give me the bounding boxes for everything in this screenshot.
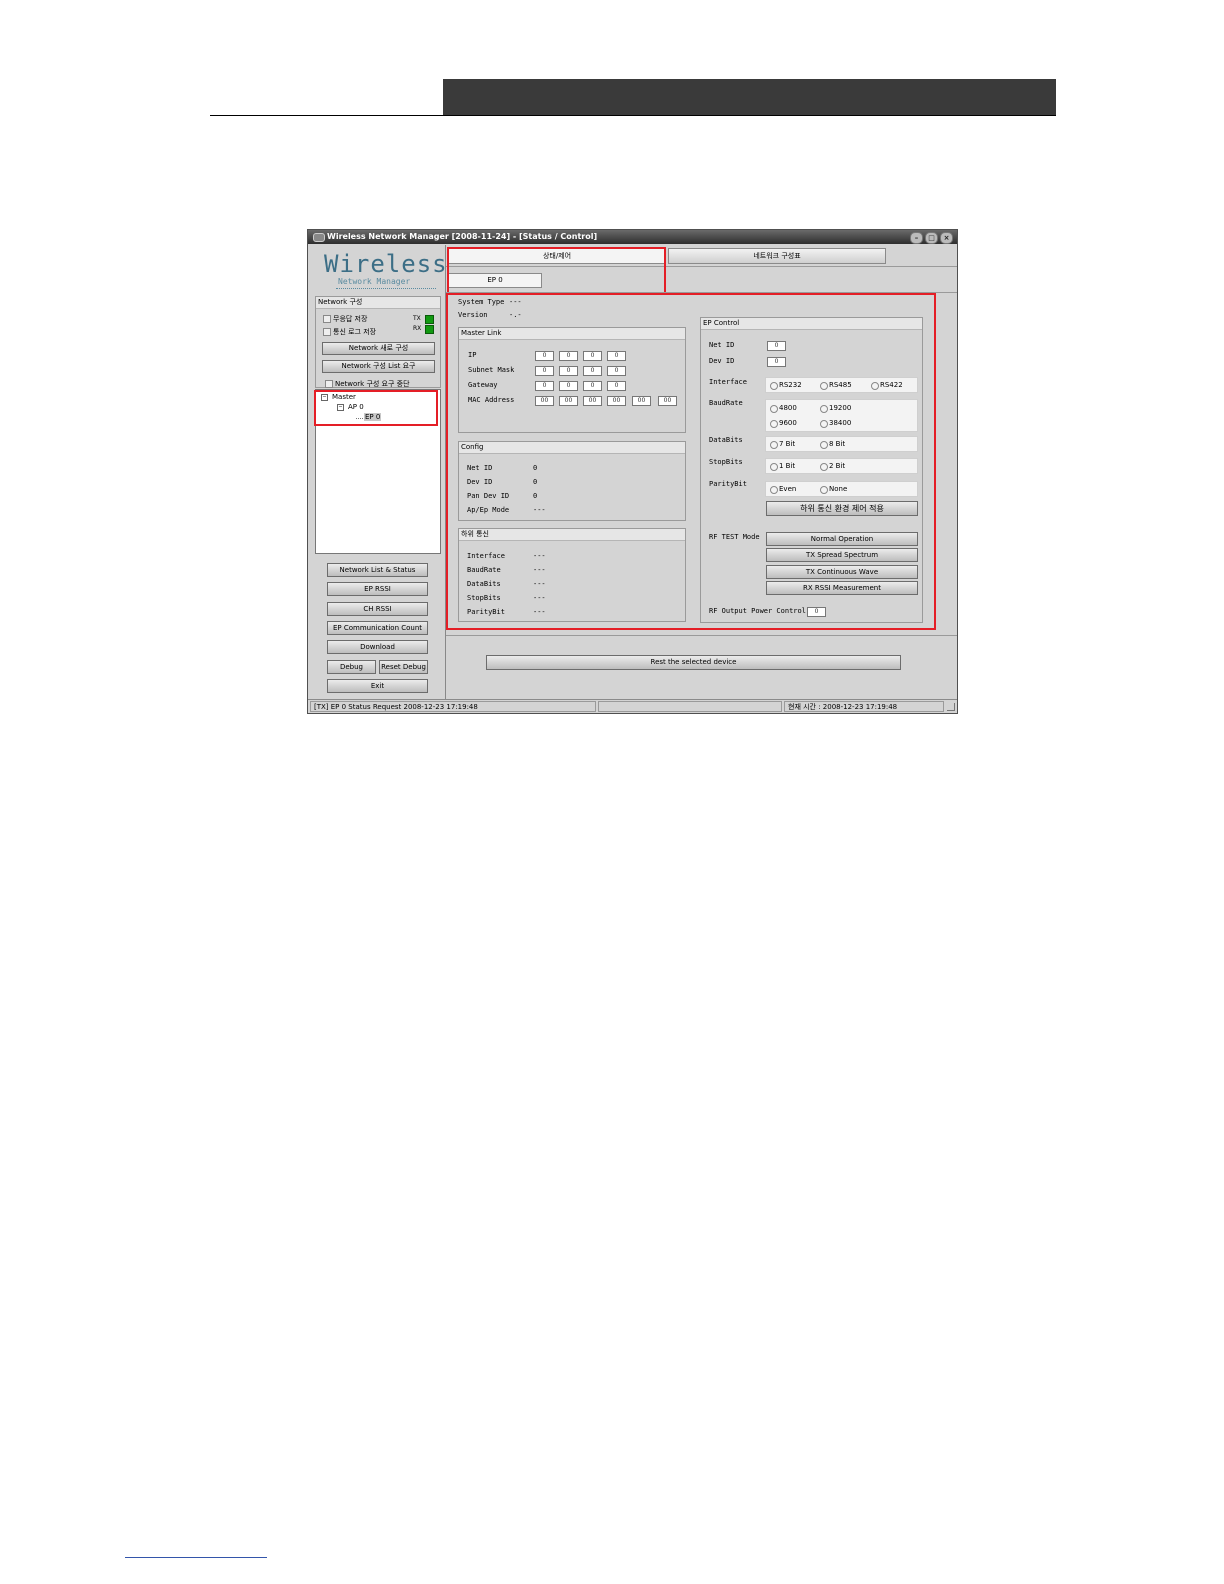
rx-led-icon <box>425 325 434 334</box>
page-header-rule <box>210 115 1056 116</box>
no-response-save-label: 무응답 저장 <box>333 315 368 323</box>
logo-subtitle: Network Manager <box>338 277 411 286</box>
minimize-icon[interactable]: – <box>910 232 923 244</box>
debug-button[interactable]: Debug <box>327 660 376 674</box>
exit-button[interactable]: Exit <box>327 679 428 693</box>
config-request-stop-checkbox[interactable] <box>325 380 333 388</box>
title-bar: Wireless Network Manager [2008-11-24] - … <box>308 230 957 244</box>
network-list-status-button[interactable]: Network List & Status <box>327 563 428 577</box>
status-right: 현재 시간 : 2008-12-23 17:19:48 <box>784 701 944 712</box>
config-request-stop-label: Network 구성 요구 중단 <box>335 380 410 388</box>
network-config-list-request-button[interactable]: Network 구성 List 요구 <box>322 360 435 373</box>
status-bar: [TX] EP 0 Status Request 2008-12-23 17:1… <box>308 699 957 713</box>
tx-label: TX <box>413 315 421 322</box>
download-button[interactable]: Download <box>327 640 428 654</box>
ep-rssi-button[interactable]: EP RSSI <box>327 582 428 596</box>
status-middle <box>598 701 782 712</box>
tab-network-config[interactable]: 네트워크 구성표 <box>668 248 886 264</box>
footer-rule <box>125 1557 267 1558</box>
lower-divider <box>446 635 957 636</box>
logo-title: Wireless <box>324 250 448 278</box>
no-response-save-checkbox[interactable] <box>323 315 331 323</box>
maximize-icon[interactable]: □ <box>925 232 938 244</box>
resize-grip-icon[interactable] <box>947 703 955 711</box>
reset-debug-button[interactable]: Reset Debug <box>379 660 428 674</box>
network-new-config-button[interactable]: Network 새로 구성 <box>322 342 435 355</box>
logo-divider <box>336 288 436 289</box>
app-window: Wireless Network Manager [2008-11-24] - … <box>307 229 958 714</box>
page-header-bar <box>443 79 1056 116</box>
main-highlight-box <box>446 293 936 630</box>
status-left: [TX] EP 0 Status Request 2008-12-23 17:1… <box>310 701 596 712</box>
reset-selected-device-button[interactable]: Rest the selected device <box>486 655 901 670</box>
app-icon <box>313 233 325 242</box>
tx-led-icon <box>425 315 434 324</box>
tab-highlight-box <box>447 247 666 294</box>
comm-log-save-label: 통신 로그 저장 <box>333 328 377 336</box>
ep-communication-count-button[interactable]: EP Communication Count <box>327 621 428 635</box>
close-icon[interactable]: × <box>940 232 953 244</box>
tree-highlight-box <box>314 390 438 426</box>
ch-rssi-button[interactable]: CH RSSI <box>327 602 428 616</box>
window-title: Wireless Network Manager [2008-11-24] - … <box>327 232 598 241</box>
rx-label: RX <box>413 325 422 332</box>
comm-log-save-checkbox[interactable] <box>323 328 331 336</box>
network-config-title: Network 구성 <box>316 297 440 309</box>
